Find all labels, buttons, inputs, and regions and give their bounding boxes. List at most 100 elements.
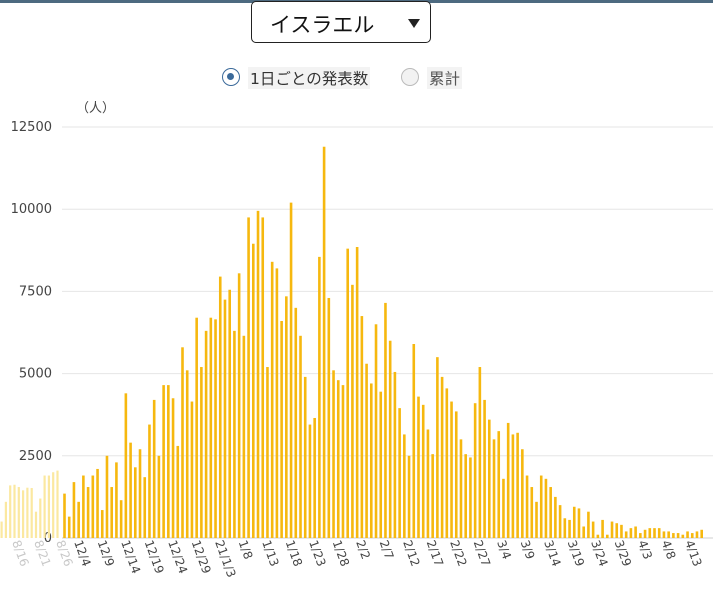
- bar: [521, 449, 524, 538]
- faded-bar: [13, 484, 16, 538]
- bar: [91, 475, 95, 538]
- bar: [115, 462, 118, 538]
- bar: [686, 531, 689, 538]
- bar: [138, 449, 142, 538]
- bars: [63, 146, 703, 539]
- bar: [252, 243, 255, 538]
- bar: [445, 388, 449, 538]
- bar: [171, 398, 175, 538]
- bar: [525, 475, 529, 538]
- bar: [587, 511, 590, 538]
- bar: [365, 363, 368, 538]
- x-tick-label: 1/28: [330, 538, 352, 568]
- bar: [303, 376, 307, 538]
- bar: [657, 528, 661, 538]
- bar: [96, 468, 99, 538]
- bar: [563, 518, 567, 538]
- bar: [370, 383, 373, 538]
- x-tick-label: 1/8: [236, 538, 256, 561]
- bar: [181, 347, 184, 538]
- x-tick-label: 1/18: [283, 538, 305, 568]
- bar: [539, 475, 543, 538]
- bar: [464, 454, 467, 538]
- y-tick-label: 7500: [19, 284, 52, 299]
- faded-bar: [22, 490, 25, 538]
- bar: [690, 533, 694, 538]
- bar: [355, 247, 359, 538]
- bar: [190, 401, 194, 538]
- bar: [67, 516, 71, 538]
- bar: [634, 526, 637, 538]
- bar: [653, 528, 656, 538]
- bar: [360, 316, 364, 538]
- bar: [676, 533, 680, 538]
- bar: [162, 385, 165, 538]
- y-tick-label: 10000: [11, 202, 52, 217]
- bar: [332, 370, 335, 538]
- bar: [63, 493, 66, 538]
- bar: [426, 429, 430, 538]
- x-tick-label: 3/14: [541, 538, 563, 568]
- bar: [318, 256, 321, 538]
- bar: [582, 526, 585, 538]
- faded-bar: [52, 472, 55, 538]
- x-tick-label: 12/19: [142, 538, 167, 575]
- bar: [152, 399, 156, 538]
- faded-bar: [34, 511, 38, 538]
- x-tick-label: 2/7: [377, 538, 397, 561]
- bar: [374, 324, 378, 538]
- bar: [624, 531, 628, 538]
- faded-bar: [56, 470, 59, 538]
- x-tick-label: 4/8: [659, 538, 679, 561]
- faded-bar: [47, 475, 50, 538]
- bar: [336, 380, 340, 538]
- bar: [516, 432, 519, 538]
- bar: [615, 523, 619, 538]
- bar: [110, 487, 113, 538]
- bar: [530, 487, 534, 538]
- bar: [200, 367, 203, 538]
- bar: [492, 439, 496, 538]
- x-tick-label: 21/1/3: [212, 538, 238, 579]
- bar: [185, 370, 189, 538]
- y-axis-unit-label: （人）: [76, 101, 115, 116]
- bar: [280, 320, 283, 538]
- bar: [77, 501, 80, 538]
- bar: [388, 340, 392, 538]
- bar: [256, 210, 260, 538]
- x-tick-label: 1/23: [306, 538, 328, 568]
- faded-bar: [30, 488, 33, 538]
- bar: [218, 276, 222, 538]
- bar: [511, 434, 515, 538]
- bar: [247, 217, 250, 539]
- bar: [643, 529, 647, 538]
- bar: [223, 299, 227, 538]
- bar: [596, 534, 600, 538]
- bar: [620, 524, 623, 538]
- bar: [341, 385, 345, 538]
- bar: [242, 335, 246, 538]
- bar: [407, 455, 411, 538]
- y-tick-label: 2500: [19, 449, 52, 464]
- bar: [403, 434, 406, 538]
- faded-bar: [9, 485, 12, 538]
- faded-bar: [39, 498, 42, 538]
- bar: [568, 519, 571, 538]
- bar: [412, 344, 416, 538]
- bar: [379, 391, 383, 538]
- bar: [488, 419, 491, 538]
- bar: [384, 302, 387, 538]
- bar: [270, 261, 274, 538]
- bar: [535, 501, 538, 538]
- bar: [478, 367, 482, 538]
- bar: [176, 445, 180, 538]
- x-tick-label: 12/24: [165, 538, 190, 575]
- bar: [577, 508, 581, 538]
- bar: [148, 424, 151, 538]
- bar: [483, 399, 486, 538]
- bar: [86, 487, 90, 538]
- x-tick-label: 4/3: [635, 538, 655, 561]
- faded-bar: [26, 487, 29, 538]
- bar: [454, 411, 458, 538]
- bar: [82, 475, 85, 538]
